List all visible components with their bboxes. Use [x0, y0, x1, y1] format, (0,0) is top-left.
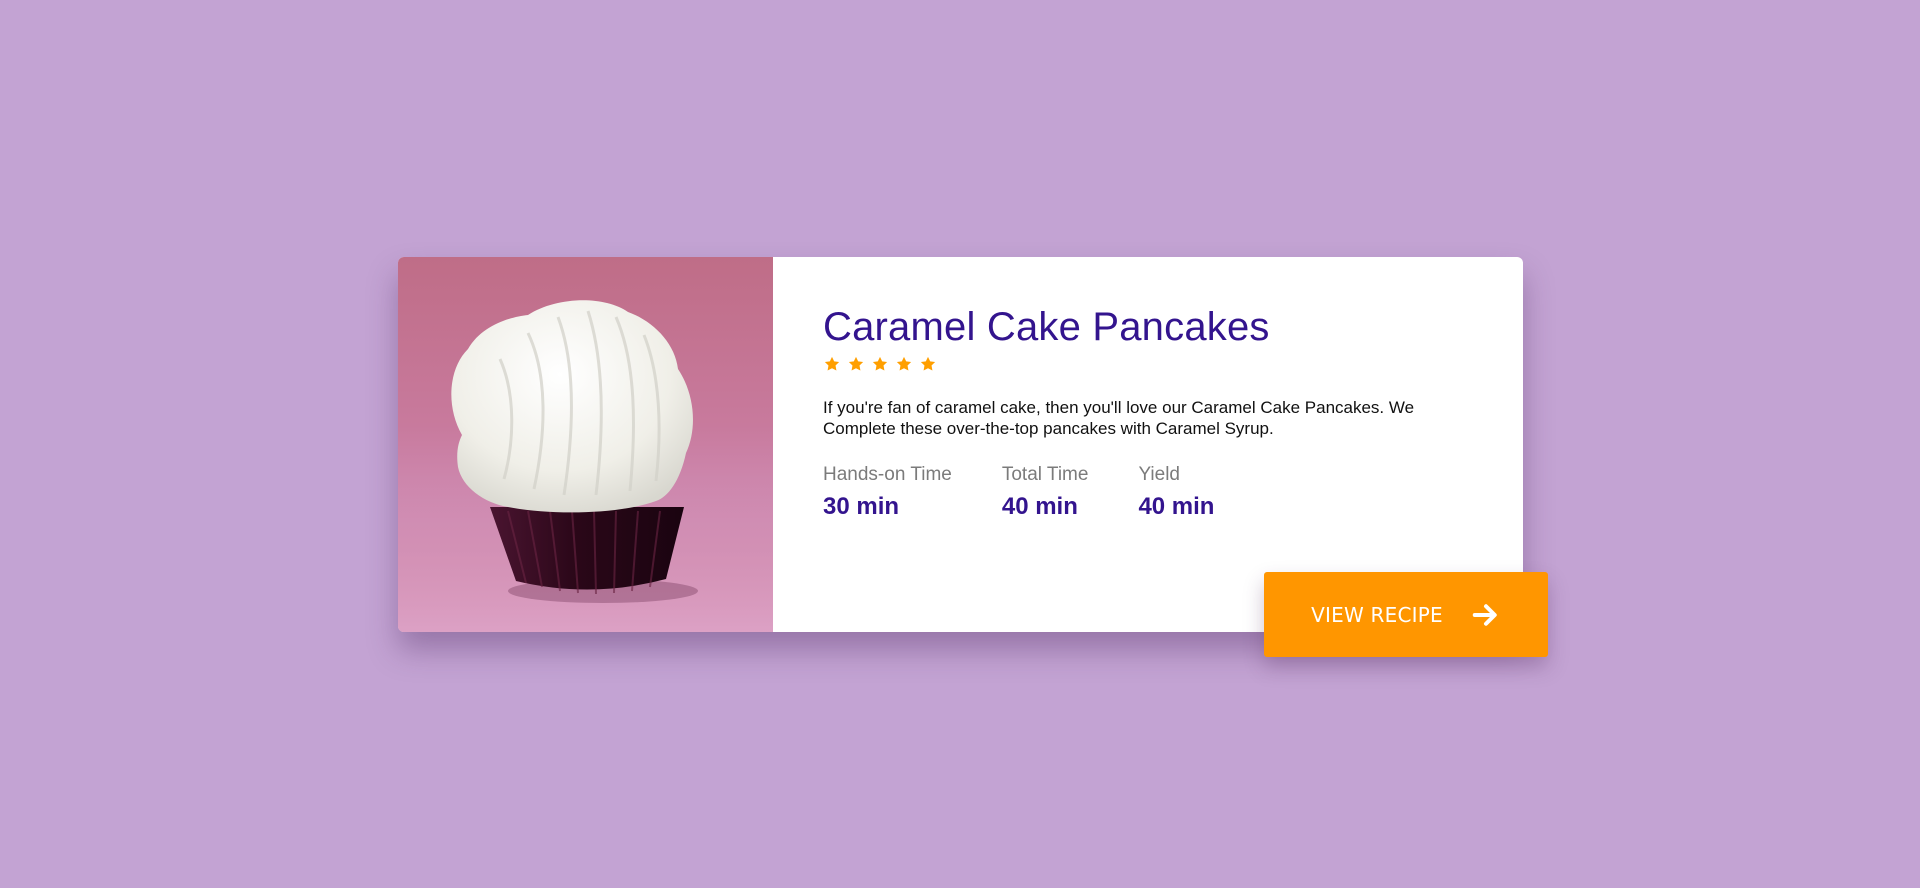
- stat-hands-on-time: Hands-on Time 30 min: [823, 464, 952, 520]
- star-icon: [872, 356, 888, 371]
- cupcake-photo: [398, 257, 773, 632]
- recipe-title: Caramel Cake Pancakes: [823, 305, 1270, 349]
- stat-label: Hands-on Time: [823, 464, 952, 485]
- star-icon: [920, 356, 936, 371]
- stat-label: Total Time: [1001, 464, 1089, 485]
- star-icon: [896, 356, 912, 371]
- stat-value: 40 min: [1001, 493, 1078, 520]
- view-recipe-label: VIEW RECIPE: [1311, 602, 1443, 627]
- stat-total-time: Total Time 40 min: [1002, 464, 1089, 520]
- rating-stars: [823, 355, 1483, 373]
- stat-label: Yield: [1138, 464, 1180, 485]
- stat-value: 30 min: [823, 493, 900, 520]
- cupcake-image: [398, 300, 773, 632]
- stat-yield: Yield 40 min: [1138, 464, 1214, 520]
- star-icon: [824, 356, 840, 371]
- recipe-description: If you're fan of caramel cake, then you'…: [823, 398, 1415, 438]
- arrow-right-icon: [1471, 600, 1501, 630]
- recipe-stats: Hands-on Time 30 min Total Time 40 min Y…: [823, 464, 1483, 520]
- stat-value: 40 min: [1138, 493, 1215, 520]
- view-recipe-button[interactable]: VIEW RECIPE: [1264, 572, 1548, 657]
- star-icon: [848, 356, 864, 371]
